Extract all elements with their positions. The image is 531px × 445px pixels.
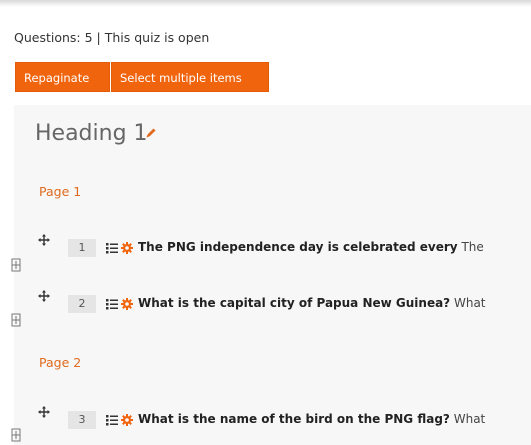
page-label-1: Page 1 bbox=[39, 184, 82, 199]
question-type-icon bbox=[106, 415, 118, 426]
quiz-status: Questions: 5 | This quiz is open bbox=[14, 30, 210, 45]
gear-icon[interactable] bbox=[121, 298, 133, 310]
question-number-3: 3 bbox=[68, 411, 96, 429]
question-link-2[interactable]: What is the capital city of Papua New Gu… bbox=[138, 296, 531, 310]
question-number-2: 2 bbox=[68, 295, 96, 313]
gear-icon[interactable] bbox=[121, 242, 133, 254]
question-preview: What bbox=[453, 412, 486, 426]
move-icon[interactable] bbox=[38, 406, 50, 418]
question-number-1: 1 bbox=[68, 239, 96, 257]
page-break-icon[interactable] bbox=[11, 258, 21, 272]
question-title: What is the name of the bird on the PNG … bbox=[138, 412, 450, 426]
question-type-icon bbox=[106, 243, 118, 254]
select-multiple-items-button[interactable]: Select multiple items bbox=[111, 62, 269, 92]
question-type-icon bbox=[106, 299, 118, 310]
page-break-icon[interactable] bbox=[11, 313, 21, 327]
gear-icon[interactable] bbox=[121, 414, 133, 426]
question-title: The PNG independence day is celebrated e… bbox=[138, 240, 458, 254]
question-preview: The bbox=[461, 240, 484, 254]
page-label-2: Page 2 bbox=[39, 355, 82, 370]
repaginate-button[interactable]: Repaginate bbox=[15, 62, 110, 92]
quiz-section-panel bbox=[14, 105, 531, 445]
question-link-1[interactable]: The PNG independence day is celebrated e… bbox=[138, 240, 531, 254]
question-title: What is the capital city of Papua New Gu… bbox=[138, 296, 451, 310]
move-icon[interactable] bbox=[38, 290, 50, 302]
top-shadow-bar bbox=[0, 0, 531, 7]
section-heading: Heading 1 bbox=[35, 121, 148, 146]
move-icon[interactable] bbox=[38, 234, 50, 246]
question-link-3[interactable]: What is the name of the bird on the PNG … bbox=[138, 412, 531, 426]
edit-pencil-icon[interactable] bbox=[145, 127, 157, 139]
question-preview: What bbox=[453, 296, 486, 310]
page-break-icon[interactable] bbox=[11, 428, 21, 442]
